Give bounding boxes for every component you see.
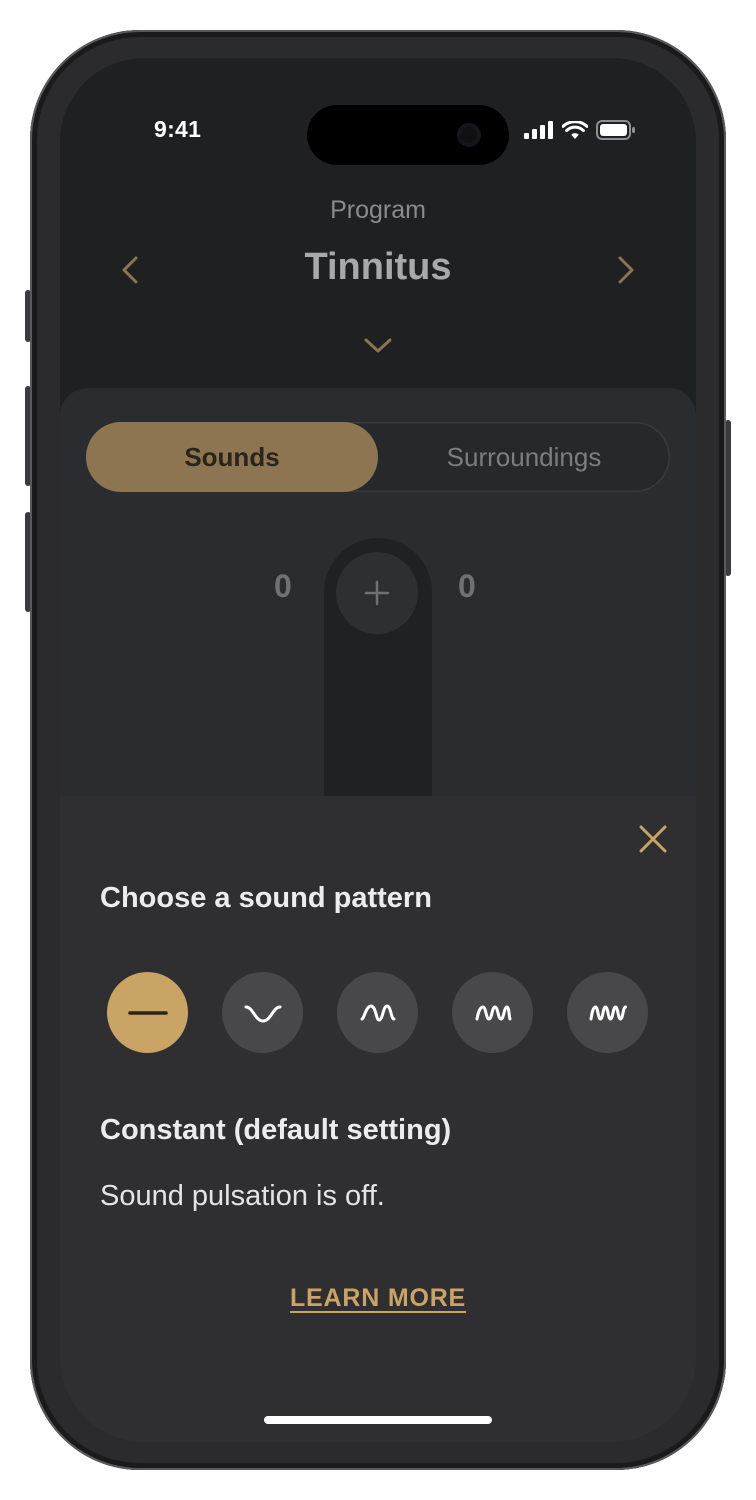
left-volume-value: 0 — [274, 568, 292, 604]
flat-line-icon — [127, 1010, 168, 1015]
segmented-control: Sounds Surroundings — [86, 422, 670, 492]
single-wave-icon — [244, 1005, 281, 1023]
selected-pattern-description: Sound pulsation is off. — [100, 1180, 385, 1212]
dynamic-island — [307, 105, 509, 165]
triple-wave-icon — [475, 1004, 511, 1021]
camera-icon — [457, 123, 481, 147]
expand-program-chevron-icon[interactable] — [362, 334, 394, 358]
quad-wave-icon — [589, 1004, 627, 1021]
tab-sounds[interactable]: Sounds — [86, 422, 378, 492]
pattern-option-3[interactable] — [452, 972, 533, 1053]
sound-pattern-sheet: Choose a sound pattern Constant (default… — [60, 796, 696, 1442]
pattern-option-constant[interactable] — [107, 972, 188, 1053]
status-icons — [524, 120, 636, 140]
next-program-button[interactable] — [604, 250, 644, 290]
program-label: Program — [330, 196, 426, 224]
learn-more-row: LEARN MORE — [60, 1284, 696, 1313]
home-indicator[interactable] — [264, 1416, 492, 1424]
battery-icon — [596, 120, 635, 140]
cellular-signal-icon — [524, 121, 553, 139]
status-time: 9:41 — [154, 116, 202, 142]
double-wave-icon — [360, 1003, 395, 1022]
program-title: Tinnitus — [304, 246, 452, 288]
screen: 9:41 Program Tinnitus Sounds Surrounding… — [60, 58, 696, 1442]
close-icon[interactable] — [636, 822, 670, 856]
pattern-option-2[interactable] — [337, 972, 418, 1053]
pattern-options — [107, 972, 648, 1053]
tab-surroundings[interactable]: Surroundings — [378, 422, 670, 492]
volume-increase-button[interactable] — [336, 552, 418, 634]
pattern-option-1[interactable] — [222, 972, 303, 1053]
sheet-title: Choose a sound pattern — [100, 882, 432, 914]
phone-frame: 9:41 Program Tinnitus Sounds Surrounding… — [30, 30, 726, 1470]
right-volume-value: 0 — [458, 568, 476, 604]
wifi-icon — [562, 120, 588, 139]
plus-icon — [364, 580, 390, 606]
previous-program-button[interactable] — [112, 250, 152, 290]
learn-more-link[interactable]: LEARN MORE — [290, 1284, 466, 1312]
pattern-option-4[interactable] — [567, 972, 648, 1053]
selected-pattern-name: Constant (default setting) — [100, 1114, 452, 1146]
